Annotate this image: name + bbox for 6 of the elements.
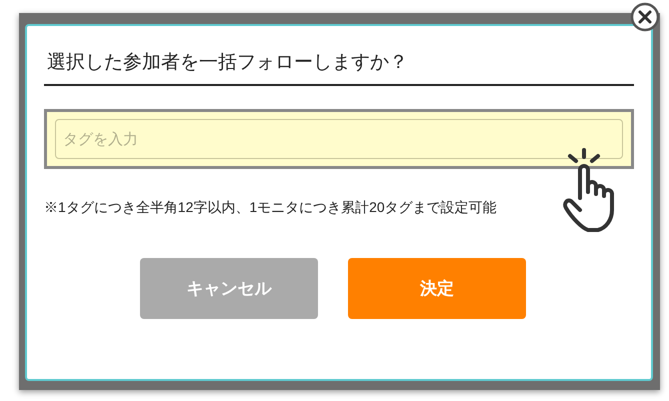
- note-text: ※1タグにつき全半角12字以内、1モニタにつき累計20タグまで設定可能: [44, 198, 498, 217]
- tag-input-field[interactable]: タグを入力: [55, 119, 623, 159]
- close-icon[interactable]: [630, 2, 660, 32]
- cancel-button[interactable]: キャンセル: [140, 258, 318, 319]
- confirm-button[interactable]: 決定: [348, 258, 526, 319]
- dialog-title: 選択した参加者を一括フォローしますか？: [44, 50, 634, 86]
